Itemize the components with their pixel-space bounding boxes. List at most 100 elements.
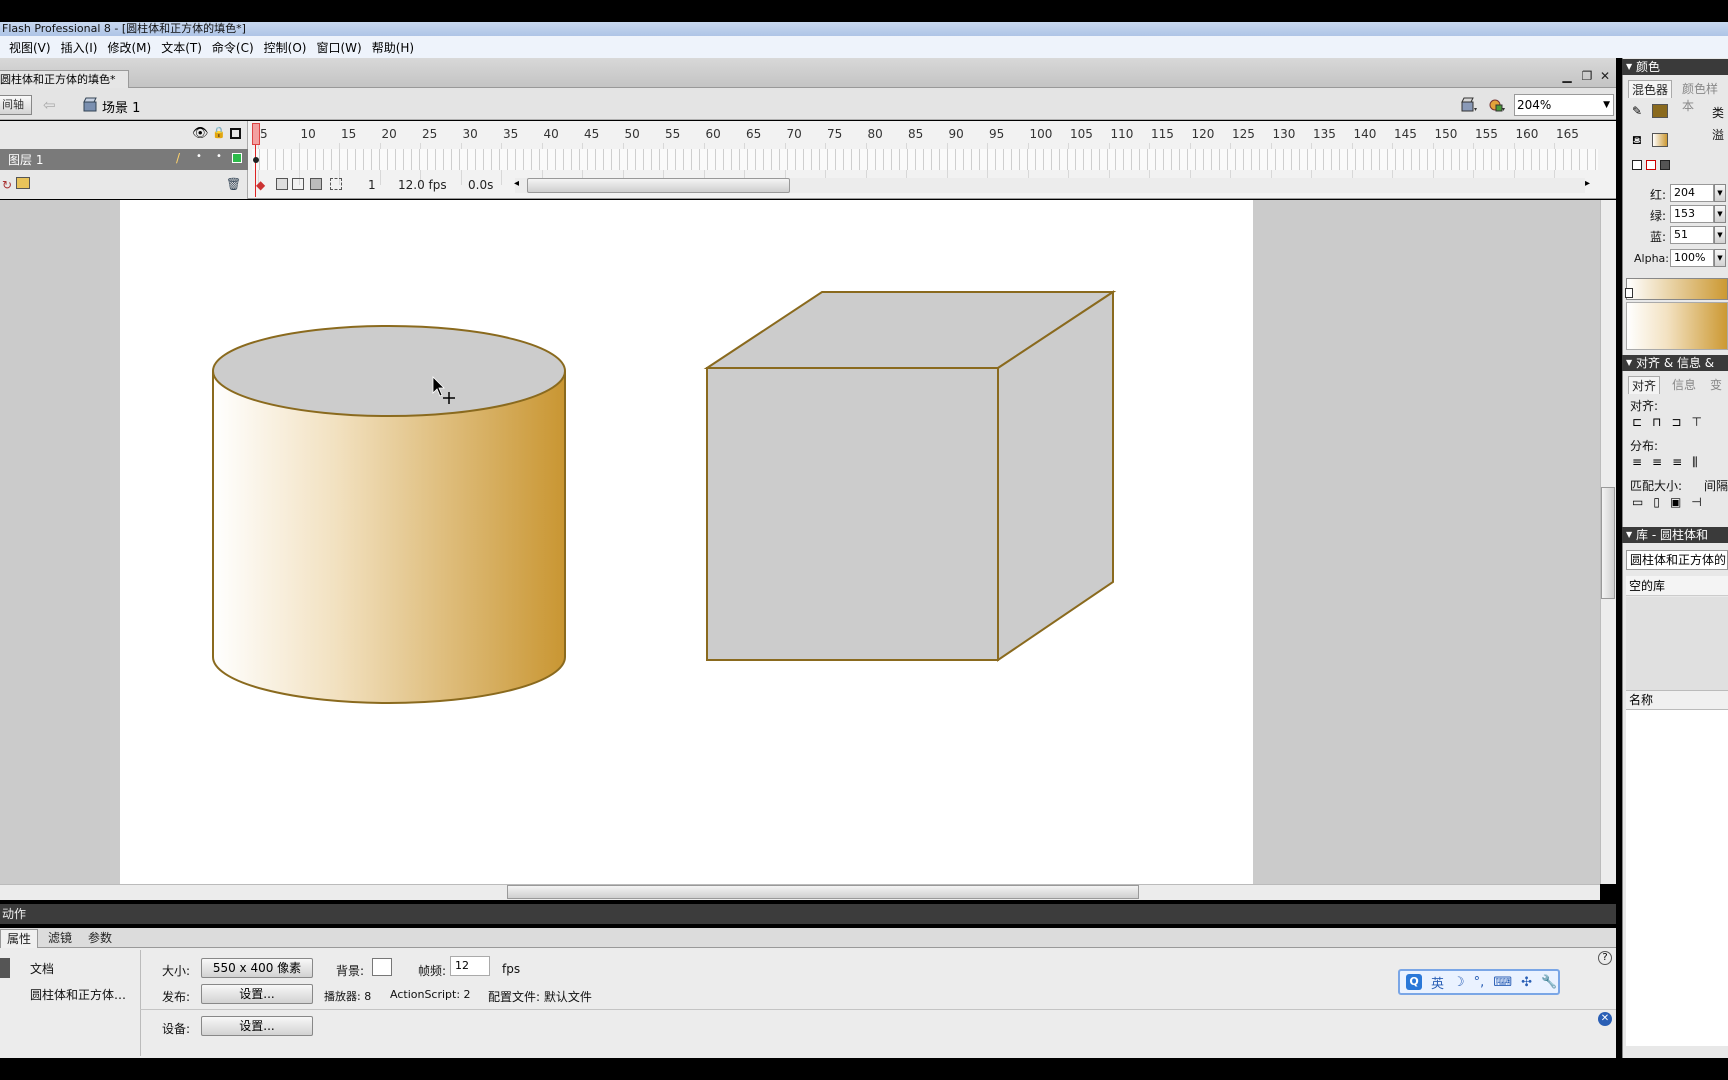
frame-tick-label: 10 bbox=[300, 127, 316, 141]
eye-icon[interactable]: 👁 bbox=[192, 126, 209, 141]
stroke-color-pencil-icon[interactable]: ✎ bbox=[1632, 104, 1642, 118]
scroll-right-icon[interactable]: ▸ bbox=[1585, 178, 1590, 189]
ime-toolbar[interactable]: Q 英 ☽ °, ⌨ ✣ 🔧 bbox=[1398, 969, 1560, 995]
no-color-icon[interactable] bbox=[1646, 160, 1656, 170]
stage-horizontal-scroll-thumb[interactable] bbox=[507, 885, 1139, 899]
onion-outline-icon[interactable] bbox=[292, 178, 304, 190]
green-input[interactable]: 153 bbox=[1670, 205, 1714, 223]
cube-shape[interactable] bbox=[703, 290, 1117, 662]
ime-keyboard-icon[interactable]: ⌨ bbox=[1493, 975, 1512, 990]
frame-tick-label: 125 bbox=[1232, 127, 1255, 141]
zoom-value: 204% bbox=[1517, 98, 1552, 112]
ime-punct-icon[interactable]: °, bbox=[1474, 975, 1485, 990]
frame-tick-label: 155 bbox=[1475, 127, 1498, 141]
size-button[interactable]: 550 x 400 像素 bbox=[201, 958, 313, 978]
background-color-swatch[interactable] bbox=[372, 958, 392, 976]
menu-insert[interactable]: 插入(I) bbox=[60, 39, 107, 56]
device-settings-button[interactable]: 设置... bbox=[201, 1016, 313, 1036]
menu-commands[interactable]: 命令(C) bbox=[211, 39, 263, 56]
size-label: 大小: bbox=[162, 964, 191, 978]
ime-mode[interactable]: 英 bbox=[1431, 973, 1444, 992]
playhead[interactable] bbox=[252, 123, 260, 145]
zoom-select[interactable]: 204% ▼ bbox=[1514, 94, 1614, 116]
ime-settings-icon[interactable]: 🔧 bbox=[1541, 975, 1557, 990]
alpha-dropdown-icon[interactable]: ▼ bbox=[1714, 249, 1726, 267]
stage-vertical-scroll-thumb[interactable] bbox=[1601, 487, 1615, 599]
distribute-buttons-icon[interactable]: ≡≡≡⫼ bbox=[1632, 455, 1708, 470]
tab-parameters[interactable]: 参数 bbox=[82, 929, 118, 948]
menu-modify[interactable]: 修改(M) bbox=[106, 39, 160, 56]
document-tab[interactable]: 圆柱体和正方体的填色* bbox=[0, 70, 129, 88]
library-name-column[interactable]: 名称 bbox=[1626, 690, 1728, 710]
fill-bucket-icon[interactable]: ⛾ bbox=[1632, 133, 1642, 149]
frame-row[interactable] bbox=[252, 149, 1598, 170]
red-dropdown-icon[interactable]: ▼ bbox=[1714, 184, 1726, 202]
tab-properties[interactable]: 属性 bbox=[0, 929, 39, 948]
publish-settings-button[interactable]: 设置... bbox=[201, 984, 313, 1004]
blue-dropdown-icon[interactable]: ▼ bbox=[1714, 226, 1726, 244]
visibility-dot[interactable]: • bbox=[196, 151, 202, 162]
menu-text[interactable]: 文本(T) bbox=[160, 39, 211, 56]
center-frame-icon[interactable]: ◆ bbox=[256, 178, 265, 192]
align-panel-header[interactable]: 对齐 & 信息 & bbox=[1622, 355, 1728, 371]
scene-label[interactable]: 场景 1 bbox=[102, 97, 140, 116]
library-document-select[interactable]: 圆柱体和正方体的 bbox=[1626, 550, 1728, 570]
align-buttons-icon[interactable]: ⊏⊓⊐⊤ bbox=[1632, 415, 1712, 429]
edit-symbols-icon[interactable] bbox=[1460, 96, 1478, 114]
red-input[interactable]: 204 bbox=[1670, 184, 1714, 202]
ime-moon-icon[interactable]: ☽ bbox=[1453, 975, 1465, 990]
timeline-scrollbar[interactable] bbox=[527, 178, 790, 193]
match-size-label: 匹配大小: bbox=[1630, 479, 1683, 493]
alpha-input[interactable]: 100% bbox=[1670, 249, 1714, 267]
fps-unit: fps bbox=[502, 962, 521, 976]
fill-color-swatch[interactable] bbox=[1652, 133, 1668, 147]
swap-colors-icon[interactable] bbox=[1660, 160, 1670, 170]
outline-icon[interactable] bbox=[230, 128, 241, 139]
gradient-definition-bar[interactable] bbox=[1626, 278, 1728, 300]
edit-multiple-frames-icon[interactable] bbox=[310, 178, 322, 190]
library-panel-header[interactable]: 库 - 圆柱体和 bbox=[1622, 527, 1728, 543]
library-list[interactable] bbox=[1626, 710, 1728, 1046]
lock-dot[interactable]: • bbox=[216, 151, 222, 162]
gradient-stop-handle[interactable] bbox=[1625, 288, 1633, 298]
black-white-icon[interactable] bbox=[1632, 160, 1642, 170]
onion-skin-icon[interactable] bbox=[276, 178, 288, 190]
keyframe-marker[interactable] bbox=[253, 157, 259, 163]
edit-scene-icon[interactable] bbox=[1488, 96, 1506, 114]
frame-rate-input[interactable]: 12 bbox=[450, 956, 490, 976]
trash-icon[interactable]: 🗑 bbox=[226, 177, 241, 191]
back-arrow-icon[interactable]: ⇦ bbox=[43, 96, 56, 114]
minimize-icon[interactable]: ▁ bbox=[1560, 69, 1574, 83]
layer-name[interactable]: 图层 1 bbox=[8, 151, 43, 168]
collapse-panel-icon[interactable]: ✕ bbox=[1598, 1012, 1612, 1026]
timeline-toggle-button[interactable]: 间轴 bbox=[0, 95, 32, 115]
match-size-buttons-icon[interactable]: ▭▯▣⊣ bbox=[1632, 495, 1712, 509]
tab-color-mixer[interactable]: 混色器 bbox=[1628, 80, 1673, 98]
blue-input[interactable]: 51 bbox=[1670, 226, 1714, 244]
color-panel-header[interactable]: 颜色 bbox=[1622, 59, 1728, 75]
tab-filters[interactable]: 滤镜 bbox=[42, 929, 78, 948]
close-icon[interactable]: ✕ bbox=[1598, 69, 1612, 83]
menu-window[interactable]: 窗口(W) bbox=[315, 39, 370, 56]
actions-panel-header[interactable]: 动作 bbox=[0, 904, 1616, 924]
modify-onion-markers-icon[interactable] bbox=[330, 178, 342, 190]
restore-icon[interactable]: ❐ bbox=[1580, 69, 1594, 83]
green-dropdown-icon[interactable]: ▼ bbox=[1714, 205, 1726, 223]
menu-control[interactable]: 控制(O) bbox=[263, 39, 316, 56]
menu-view[interactable]: 视图(V) bbox=[8, 39, 60, 56]
frame-rate[interactable]: 12.0 fps bbox=[398, 178, 447, 192]
scroll-left-icon[interactable]: ◂ bbox=[514, 178, 519, 189]
layer-outline-color[interactable] bbox=[232, 153, 242, 163]
add-folder-icon[interactable] bbox=[16, 177, 30, 189]
cylinder-shape[interactable] bbox=[212, 325, 566, 704]
tab-transform[interactable]: 变 bbox=[1710, 376, 1722, 393]
ime-symbol-icon[interactable]: ✣ bbox=[1521, 975, 1532, 990]
tab-align[interactable]: 对齐 bbox=[1628, 376, 1661, 394]
lock-icon[interactable]: 🔒 bbox=[212, 126, 226, 139]
help-icon[interactable]: ? bbox=[1598, 951, 1612, 965]
stage-canvas[interactable] bbox=[120, 200, 1253, 884]
add-layer-icon[interactable]: ↻ bbox=[2, 178, 12, 192]
tab-info[interactable]: 信息 bbox=[1672, 376, 1696, 393]
stroke-color-swatch[interactable] bbox=[1652, 104, 1668, 118]
menu-help[interactable]: 帮助(H) bbox=[371, 39, 423, 56]
